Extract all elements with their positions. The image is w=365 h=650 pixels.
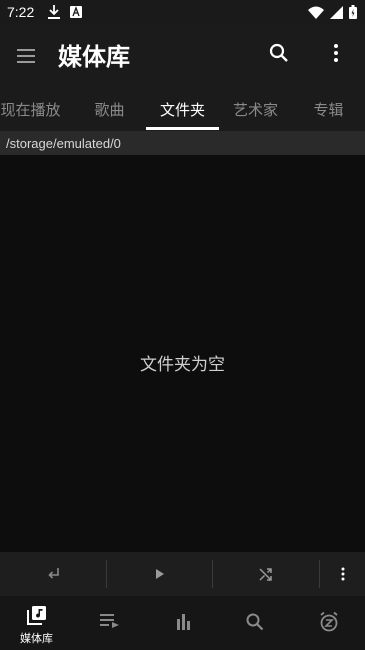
status-bar: 7:22 xyxy=(0,0,365,24)
battery-icon xyxy=(349,5,357,19)
search-icon[interactable] xyxy=(268,42,292,66)
signal-icon xyxy=(330,5,343,19)
status-time: 7:22 xyxy=(7,4,35,20)
library-music-icon xyxy=(26,604,48,626)
sleep-timer-icon xyxy=(318,611,340,633)
return-icon[interactable] xyxy=(42,562,66,586)
breadcrumb[interactable]: /storage/emulated/0 xyxy=(0,131,365,155)
tab-artists[interactable]: 艺术家 xyxy=(219,87,292,131)
tab-songs[interactable]: 歌曲 xyxy=(73,87,146,131)
bottom-nav: 媒体库 xyxy=(0,596,365,650)
more-vert-icon[interactable] xyxy=(326,42,346,66)
divider xyxy=(106,560,107,588)
playback-controls xyxy=(0,552,365,596)
tab-indicator xyxy=(146,127,219,130)
page-title: 媒体库 xyxy=(58,43,130,71)
wifi-icon xyxy=(308,6,324,19)
nav-equalizer[interactable] xyxy=(146,596,219,650)
app-bar: 媒体库 xyxy=(0,24,365,87)
play-icon[interactable] xyxy=(148,562,172,586)
divider xyxy=(319,560,320,588)
playback-more-icon[interactable] xyxy=(331,562,355,586)
equalizer-icon xyxy=(172,612,194,634)
divider xyxy=(212,560,213,588)
nav-search[interactable] xyxy=(219,596,292,650)
empty-folder-message: 文件夹为空 xyxy=(140,355,225,375)
tab-bar: 现在播放 歌曲 文件夹 艺术家 专辑 xyxy=(0,87,365,131)
download-icon xyxy=(48,5,61,19)
tab-albums[interactable]: 专辑 xyxy=(292,87,365,131)
search-icon xyxy=(245,612,267,634)
folder-path: /storage/emulated/0 xyxy=(6,135,121,151)
playlist-icon xyxy=(99,612,121,634)
menu-icon[interactable] xyxy=(14,44,40,68)
nav-sleep-timer[interactable] xyxy=(292,596,365,650)
shuffle-icon[interactable] xyxy=(254,562,278,586)
tab-folders[interactable]: 文件夹 xyxy=(146,87,219,131)
app-notification-icon xyxy=(70,6,83,18)
nav-queue[interactable] xyxy=(73,596,146,650)
nav-library[interactable]: 媒体库 xyxy=(0,596,73,650)
tab-now-playing[interactable]: 现在播放 xyxy=(0,87,67,131)
nav-label: 媒体库 xyxy=(20,632,53,645)
